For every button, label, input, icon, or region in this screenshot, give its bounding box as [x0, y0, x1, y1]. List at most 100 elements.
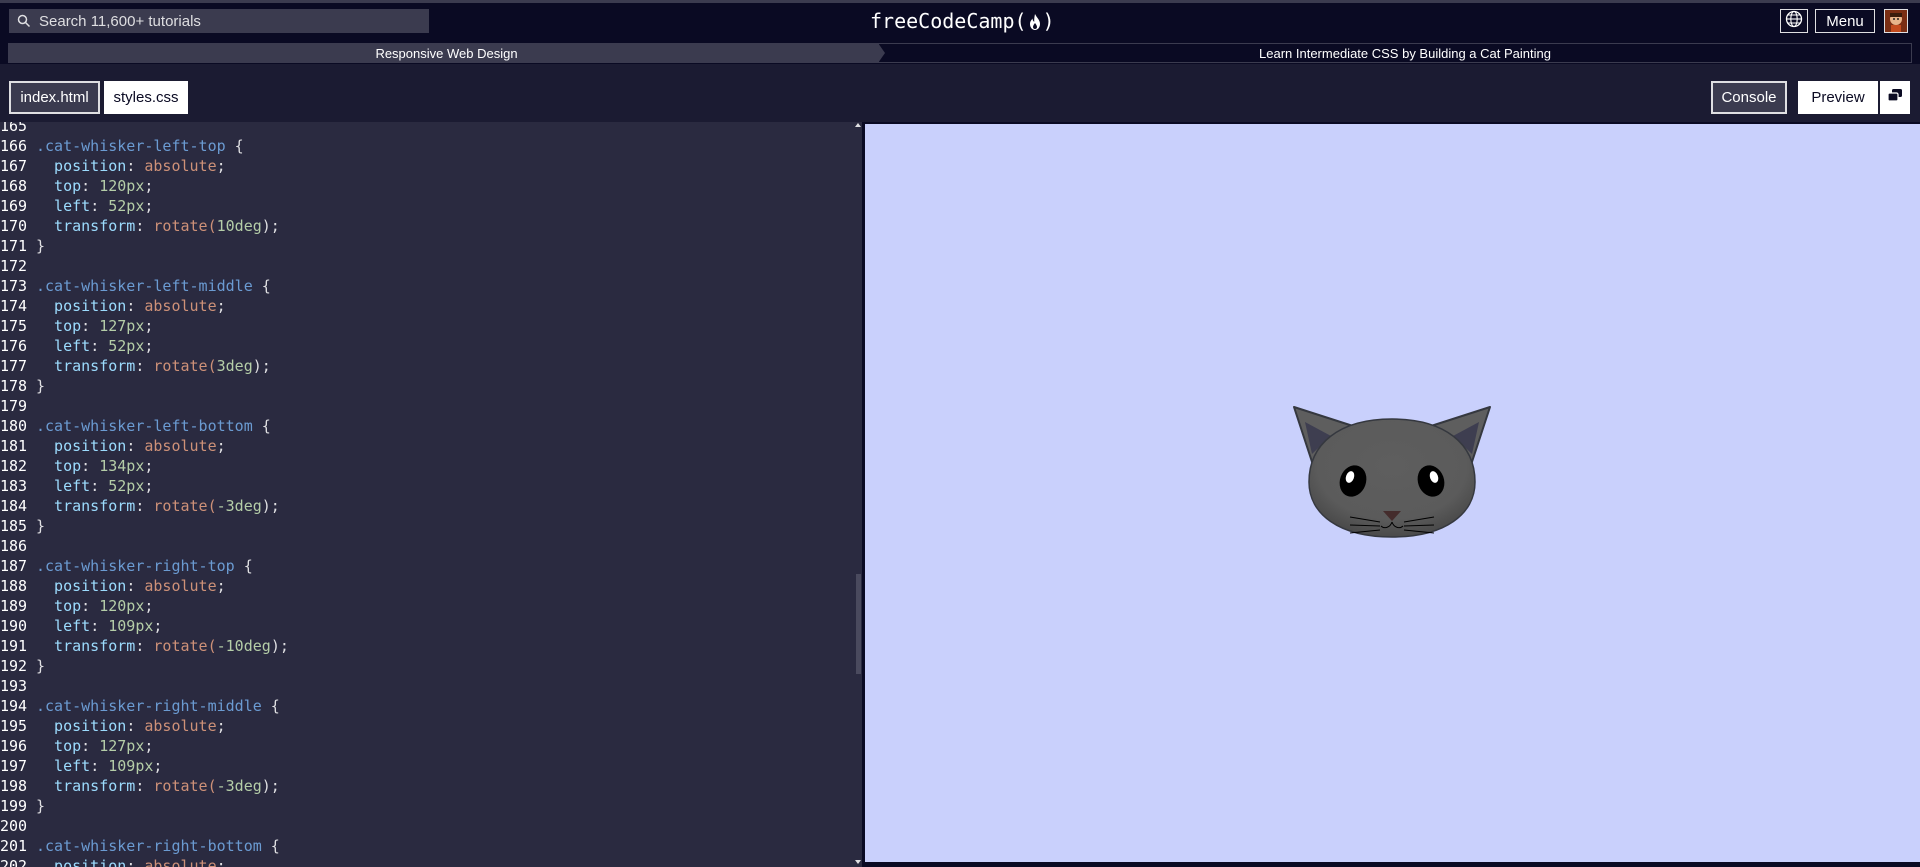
code-line[interactable]: 173 .cat-whisker-left-middle {	[0, 276, 856, 296]
code-line[interactable]: 185}	[0, 516, 856, 536]
popout-button[interactable]	[1878, 81, 1910, 114]
avatar[interactable]	[1884, 9, 1908, 33]
code-line[interactable]: 187 .cat-whisker-right-top {	[0, 556, 856, 576]
code-line[interactable]: 176 left: 52px;	[0, 336, 856, 356]
line-number: 195	[0, 717, 28, 735]
menu-button[interactable]: Menu	[1815, 9, 1875, 33]
line-number: 175	[0, 317, 28, 335]
line-number: 191	[0, 637, 28, 655]
code-token: :	[81, 457, 100, 475]
code-line[interactable]: 191 transform: rotate(-10deg);	[0, 636, 856, 656]
code-token: :	[126, 437, 145, 455]
line-number: 201	[0, 837, 28, 855]
code-token: position	[36, 857, 127, 867]
code-token: .cat-whisker-left-bottom	[36, 417, 253, 435]
code-text: }	[36, 376, 45, 396]
code-line[interactable]: 172	[0, 256, 856, 276]
code-token: transform	[36, 217, 136, 235]
code-text: .cat-whisker-right-top {	[36, 556, 253, 576]
code-token: ;	[144, 197, 154, 215]
code-token: position	[36, 437, 127, 455]
editor-scrollbar-thumb[interactable]	[856, 574, 861, 674]
code-line[interactable]: 192}	[0, 656, 856, 676]
code-line[interactable]: 178}	[0, 376, 856, 396]
search-input[interactable]	[39, 10, 419, 32]
code-token: }	[36, 797, 46, 815]
preview-button[interactable]: Preview	[1798, 81, 1878, 114]
code-line[interactable]: 197 left: 109px;	[0, 756, 856, 776]
code-line[interactable]: 196 top: 127px;	[0, 736, 856, 756]
code-line[interactable]: 175 top: 127px;	[0, 316, 856, 336]
code-line[interactable]: 190 left: 109px;	[0, 616, 856, 636]
tab-styles-css[interactable]: styles.css	[104, 81, 188, 114]
preview-pane[interactable]	[865, 124, 1920, 862]
code-line[interactable]: 189 top: 120px;	[0, 596, 856, 616]
code-line[interactable]: 174 position: absolute;	[0, 296, 856, 316]
code-text: .cat-whisker-left-middle {	[36, 276, 271, 296]
code-line[interactable]: 179	[0, 396, 856, 416]
line-number: 171	[0, 237, 28, 255]
code-token: position	[36, 577, 127, 595]
code-line[interactable]: 183 left: 52px;	[0, 476, 856, 496]
code-line[interactable]: 171}	[0, 236, 856, 256]
search-icon	[9, 9, 39, 33]
line-number: 167	[0, 157, 28, 175]
console-button[interactable]: Console	[1711, 81, 1787, 114]
line-number: 190	[0, 617, 28, 635]
code-token: ;	[216, 577, 226, 595]
code-token: :	[90, 337, 109, 355]
code-line[interactable]: 169 left: 52px;	[0, 196, 856, 216]
scroll-up-arrow-icon[interactable]	[855, 123, 861, 127]
code-token: {	[234, 557, 253, 575]
line-number: 184	[0, 497, 28, 515]
code-line[interactable]: 167 position: absolute;	[0, 156, 856, 176]
code-token: }	[36, 377, 46, 395]
code-token: ;	[216, 857, 226, 867]
code-line[interactable]: 201 .cat-whisker-right-bottom {	[0, 836, 856, 856]
tab-index-html[interactable]: index.html	[9, 81, 100, 114]
freecodecamp-logo[interactable]: freeCodeCamp( )	[870, 8, 1055, 34]
code-token: .cat-whisker-right-top	[36, 557, 235, 575]
code-token: position	[36, 157, 127, 175]
code-line[interactable]: 182 top: 134px;	[0, 456, 856, 476]
code-line[interactable]: 199}	[0, 796, 856, 816]
code-line[interactable]: 181 position: absolute;	[0, 436, 856, 456]
code-line[interactable]: 195 position: absolute;	[0, 716, 856, 736]
code-line[interactable]: 198 transform: rotate(-3deg);	[0, 776, 856, 796]
code-token: :	[90, 617, 109, 635]
code-line[interactable]: 166 .cat-whisker-left-top {	[0, 136, 856, 156]
code-token: left	[36, 337, 91, 355]
code-token: transform	[36, 357, 136, 375]
code-token: ;	[153, 617, 163, 635]
code-text: top: 127px;	[36, 316, 153, 336]
code-token: ;	[216, 437, 226, 455]
code-line[interactable]: 165	[0, 122, 856, 136]
code-token: );	[261, 217, 280, 235]
code-token: 3deg	[216, 357, 253, 375]
code-token: rotate(	[153, 497, 217, 515]
search-bar[interactable]	[9, 9, 429, 33]
code-editor[interactable]: 165 166 .cat-whisker-left-top {167 positio…	[0, 122, 862, 867]
code-token: rotate(	[153, 637, 217, 655]
code-token: absolute	[144, 577, 217, 595]
code-line[interactable]: 177 transform: rotate(3deg);	[0, 356, 856, 376]
line-number: 178	[0, 377, 28, 395]
code-line[interactable]: 200	[0, 816, 856, 836]
code-line[interactable]: 193	[0, 676, 856, 696]
line-number: 196	[0, 737, 28, 755]
code-line[interactable]: 202 position: absolute;	[0, 856, 856, 867]
code-line[interactable]: 194 .cat-whisker-right-middle {	[0, 696, 856, 716]
code-line[interactable]: 188 position: absolute;	[0, 576, 856, 596]
code-line[interactable]: 180 .cat-whisker-left-bottom {	[0, 416, 856, 436]
line-number: 194	[0, 697, 28, 715]
code-token: ;	[144, 597, 154, 615]
scroll-down-arrow-icon[interactable]	[855, 860, 861, 864]
breadcrumb-block[interactable]: Learn Intermediate CSS by Building a Cat…	[878, 43, 1912, 63]
breadcrumb-superblock[interactable]: Responsive Web Design	[8, 43, 885, 63]
language-button[interactable]	[1780, 9, 1808, 33]
code-line[interactable]: 184 transform: rotate(-3deg);	[0, 496, 856, 516]
line-number: 182	[0, 457, 28, 475]
code-line[interactable]: 186	[0, 536, 856, 556]
code-line[interactable]: 168 top: 120px;	[0, 176, 856, 196]
code-line[interactable]: 170 transform: rotate(10deg);	[0, 216, 856, 236]
